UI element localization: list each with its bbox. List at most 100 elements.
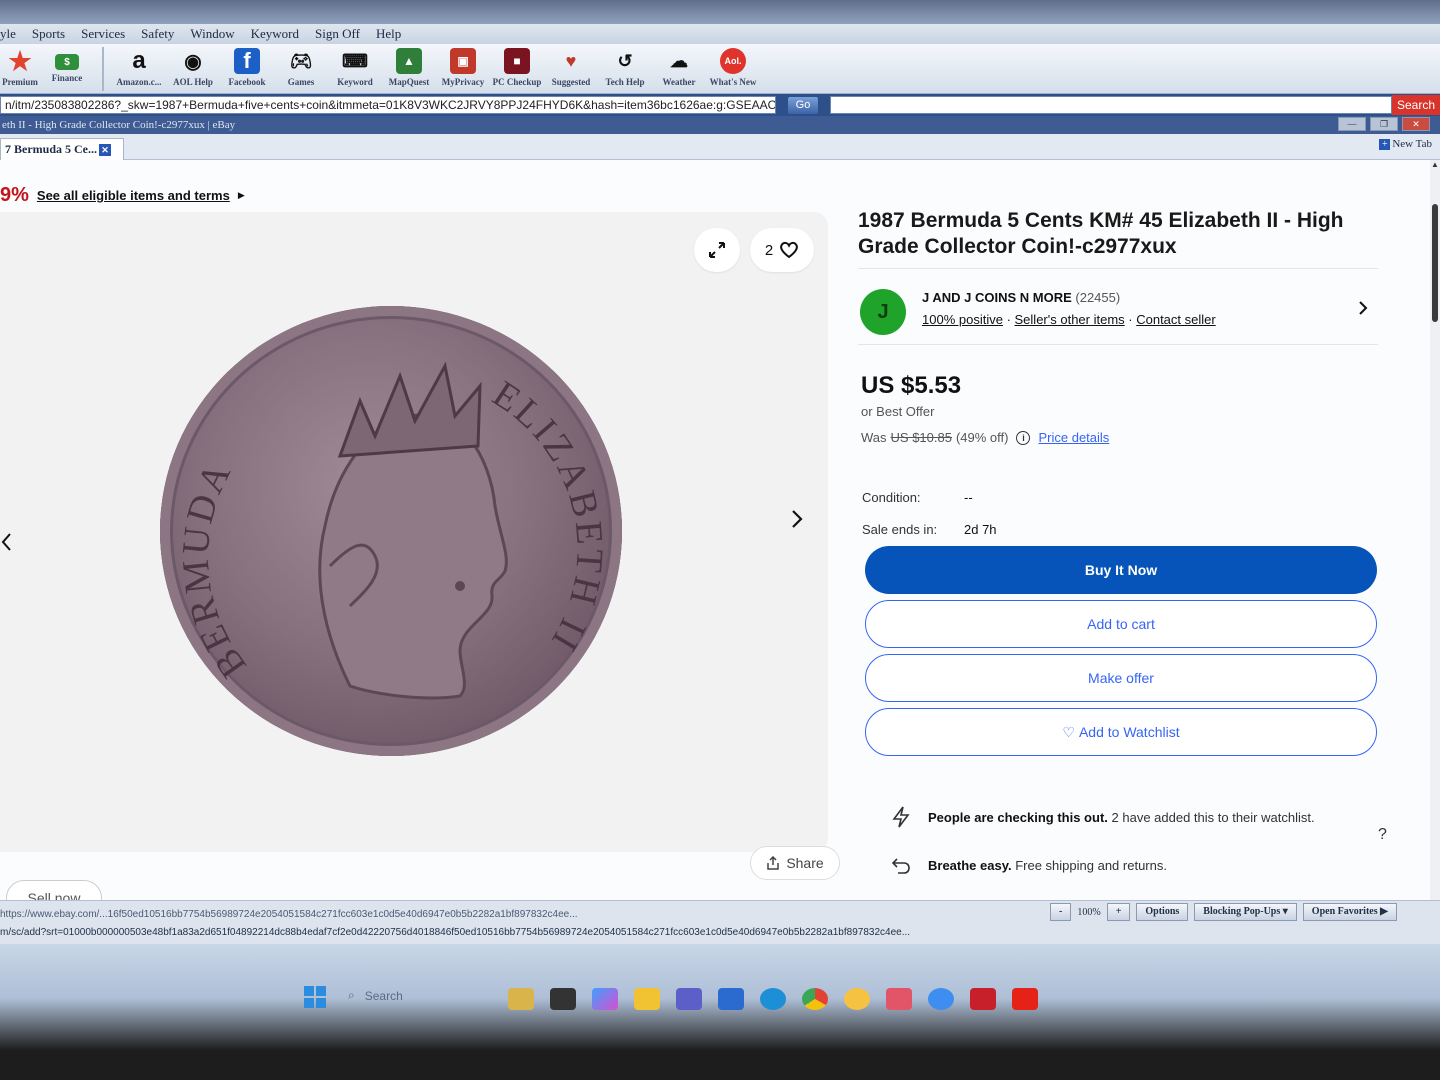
youtube-icon[interactable]: [1012, 988, 1038, 1010]
chevron-right-icon[interactable]: [1358, 300, 1368, 321]
toolbar-weather[interactable]: ☁ Weather: [652, 44, 706, 94]
restore-icon[interactable]: ❐: [1370, 117, 1398, 131]
edge-icon[interactable]: [760, 988, 786, 1010]
task-view-icon[interactable]: [550, 988, 576, 1010]
toolbar-amazon[interactable]: a Amazon.c...: [112, 44, 166, 94]
toolbar-suggested[interactable]: ♥ Suggested: [544, 44, 598, 94]
watchers-info: People are checking this out. 2 have add…: [892, 806, 1315, 828]
toolbar-games[interactable]: 🎮︎ Games: [274, 44, 328, 94]
windows-taskbar: ⌕ Search: [0, 944, 1440, 1080]
suggested-icon: ♥: [565, 50, 577, 71]
shield-icon[interactable]: [970, 988, 996, 1010]
coin-image[interactable]: BERMUDA ELIZABETH II: [160, 306, 622, 756]
toolbar-label: Premium: [2, 77, 38, 87]
seller-name[interactable]: J AND J COINS N MORE (22455): [922, 290, 1120, 305]
positive-feedback-link[interactable]: 100% positive: [922, 312, 1003, 327]
menu-item-safety[interactable]: Safety: [141, 26, 174, 42]
returns-info: Breathe easy. Free shipping and returns.: [892, 856, 1167, 874]
returns-info-text: Free shipping and returns.: [1015, 857, 1167, 873]
windows-start-icon[interactable]: [304, 986, 326, 1008]
watch-count-button[interactable]: 2: [750, 228, 814, 272]
open-favorites-button[interactable]: Open Favorites ▶: [1302, 903, 1397, 921]
smiley-app-icon[interactable]: [844, 988, 870, 1010]
page-scrollbar[interactable]: ▲: [1430, 160, 1440, 900]
sell-now-button[interactable]: Sell now: [6, 880, 102, 900]
toolbar-whats-new[interactable]: Aol. What's New: [706, 44, 760, 94]
seller-other-items-link[interactable]: Seller's other items: [1015, 312, 1125, 327]
zoom-in-button[interactable]: +: [1106, 903, 1131, 921]
toolbar-pc-checkup[interactable]: ■ PC Checkup: [490, 44, 544, 94]
toolbar-facebook[interactable]: f Facebook: [220, 44, 274, 94]
chevron-right-icon: [792, 510, 803, 528]
taskbar-search[interactable]: ⌕ Search: [348, 988, 403, 1003]
original-price: US $10.85: [890, 430, 952, 445]
make-offer-button[interactable]: Make offer: [865, 654, 1377, 702]
watch-count: 2: [764, 241, 774, 259]
scroll-thumb[interactable]: [1432, 204, 1438, 322]
close-icon[interactable]: ✕: [1402, 117, 1430, 131]
toolbar-aol-help[interactable]: ◉ AOL Help: [166, 44, 220, 94]
zoom-out-button[interactable]: -: [1050, 903, 1072, 921]
divider: [858, 344, 1378, 345]
scroll-up-icon[interactable]: ▲: [1431, 160, 1439, 169]
eligible-items-link[interactable]: See all eligible items and terms: [37, 188, 230, 203]
expand-image-button[interactable]: [694, 228, 740, 272]
toolbar-mapquest[interactable]: ▲ MapQuest: [382, 44, 436, 94]
menu-item[interactable]: yle: [0, 26, 16, 42]
return-icon: [892, 858, 910, 874]
teams-icon[interactable]: [676, 988, 702, 1010]
toolbar-finance[interactable]: $ Finance: [40, 44, 94, 94]
popup-blocker-button[interactable]: Blocking Pop-Ups ▾: [1194, 903, 1297, 921]
help-button[interactable]: ?: [1378, 826, 1387, 844]
toolbar-label: Weather: [662, 77, 696, 87]
search-input[interactable]: [830, 96, 1392, 114]
store-icon[interactable]: [718, 988, 744, 1010]
go-button[interactable]: Go: [788, 96, 818, 114]
toolbar-label: MyPrivacy: [441, 77, 485, 87]
toolbar-tech-help[interactable]: ↺ Tech Help: [598, 44, 652, 94]
menu-item-sign-off[interactable]: Sign Off: [315, 26, 360, 42]
add-to-cart-button[interactable]: Add to cart: [865, 600, 1377, 648]
contact-seller-link[interactable]: Contact seller: [1136, 312, 1215, 327]
chrome-icon[interactable]: [802, 988, 828, 1010]
toolbar-keyword[interactable]: ⌨ Keyword: [328, 44, 382, 94]
was-label: Was: [861, 430, 887, 445]
share-button[interactable]: Share: [750, 846, 840, 880]
minimize-icon[interactable]: —: [1338, 117, 1366, 131]
address-bar[interactable]: n/itm/235083802286?_skw=1987+Bermuda+fiv…: [0, 96, 776, 114]
seller-card[interactable]: J J AND J COINS N MORE (22455) 100% posi…: [860, 288, 1376, 340]
toolbar-premium[interactable]: ★ Premium: [0, 44, 40, 94]
next-image-button[interactable]: [780, 502, 814, 536]
seller-name-text: J AND J COINS N MORE: [922, 290, 1072, 305]
close-tab-icon[interactable]: ✕: [99, 144, 111, 156]
photo-app-icon[interactable]: [886, 988, 912, 1010]
condition-value: --: [964, 490, 973, 505]
tech-help-icon: ↺: [617, 50, 633, 71]
menu-item-window[interactable]: Window: [190, 26, 234, 42]
price-details-link[interactable]: Price details: [1038, 430, 1109, 445]
previous-image-button[interactable]: [0, 522, 18, 562]
widgets-icon[interactable]: [508, 988, 534, 1010]
star-icon: ★: [8, 45, 32, 76]
privacy-icon: ▣: [450, 48, 476, 74]
buy-it-now-button[interactable]: Buy It Now: [865, 546, 1377, 594]
file-explorer-icon[interactable]: [634, 988, 660, 1010]
coin-inscription-right: ELIZABETH II: [485, 373, 611, 660]
tab-ebay-item[interactable]: 7 Bermuda 5 Ce... ✕: [0, 138, 124, 160]
menu-item-help[interactable]: Help: [376, 26, 401, 42]
toolbar-label: Keyword: [337, 77, 373, 87]
info-icon[interactable]: i: [1016, 430, 1031, 445]
toolbar-myprivacy[interactable]: ▣ MyPrivacy: [436, 44, 490, 94]
menu-item-keyword[interactable]: Keyword: [251, 26, 299, 42]
hover-url: https://www.ebay.com/...16f50ed10516bb77…: [0, 909, 578, 920]
options-button[interactable]: Options: [1136, 903, 1189, 921]
add-to-watchlist-button[interactable]: ♡ Add to Watchlist: [865, 708, 1377, 756]
new-tab-button[interactable]: + New Tab: [1379, 138, 1432, 150]
status-url: m/sc/add?srt=01000b000000503e48bf1a83a2d…: [0, 927, 911, 938]
messaging-app-icon[interactable]: [928, 988, 954, 1010]
popup-blocker-label: Blocking Pop-Ups: [1203, 906, 1281, 917]
search-button[interactable]: Search: [1392, 95, 1440, 115]
copilot-icon[interactable]: [592, 988, 618, 1010]
menu-item-sports[interactable]: Sports: [32, 26, 65, 42]
menu-item-services[interactable]: Services: [81, 26, 125, 42]
